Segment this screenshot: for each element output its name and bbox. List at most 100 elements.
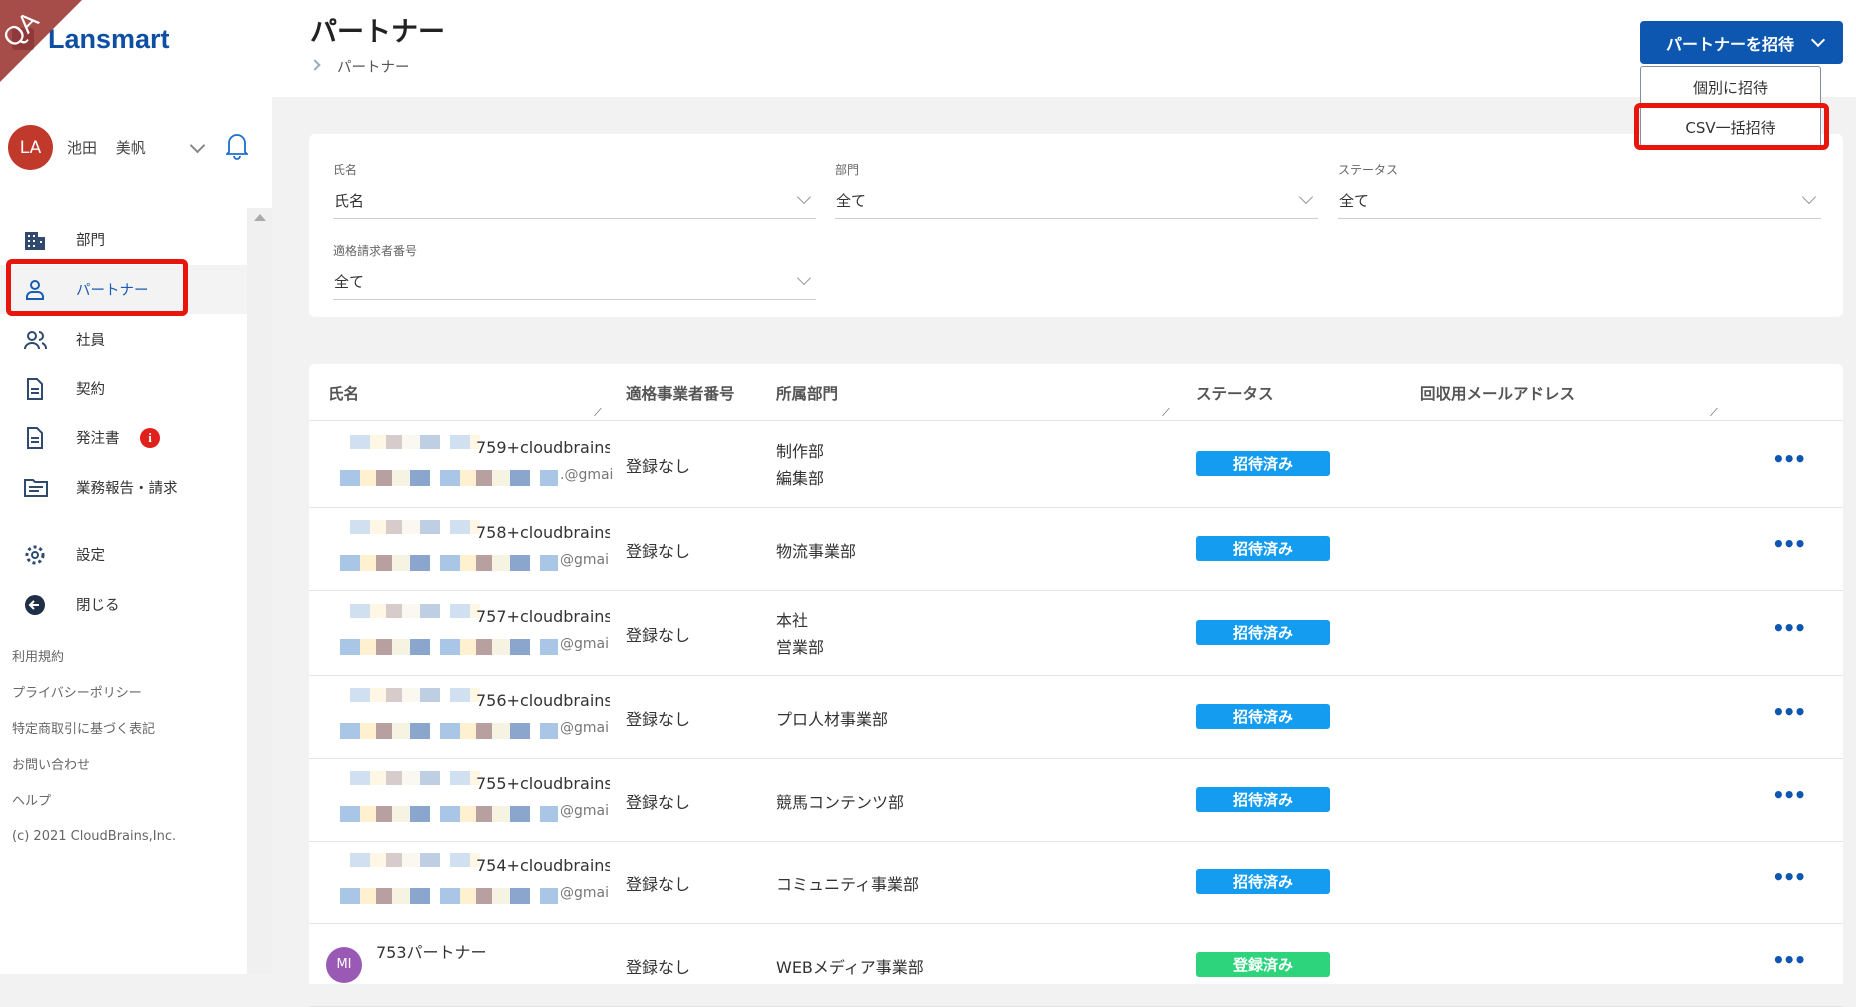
status-badge: 招待済み xyxy=(1196,703,1330,729)
department: 競馬コンテンツ部 xyxy=(776,792,905,812)
filter-underline xyxy=(1338,218,1821,219)
footer-link-2[interactable]: 特定商取引に基づく表記 xyxy=(12,718,155,737)
invoice-number: 登録なし xyxy=(626,625,691,645)
filter-underline xyxy=(835,218,1318,219)
building-icon xyxy=(24,229,46,251)
page-header xyxy=(272,0,1856,97)
footer-link-1[interactable]: プライバシーポリシー xyxy=(12,682,142,701)
sidebar-item-label: 閉じる xyxy=(76,598,120,614)
page-title: パートナー xyxy=(310,17,445,48)
scroll-up-icon[interactable] xyxy=(254,214,266,221)
sidebar-scrollbar[interactable] xyxy=(247,208,272,974)
blurred-name xyxy=(350,853,480,867)
column-resize-handle-icon[interactable]: ⟋ xyxy=(1162,406,1174,419)
filter-card xyxy=(309,134,1843,317)
department: 制作部 xyxy=(776,441,825,461)
partner-email: 755+cloudbrains@ xyxy=(476,773,610,793)
document-icon xyxy=(24,377,46,400)
user-menu-chevron-icon[interactable] xyxy=(189,137,206,154)
filter-value[interactable]: 氏名 xyxy=(334,190,364,211)
filter-label: 氏名 xyxy=(333,163,358,177)
column-header[interactable]: 所属部門 xyxy=(776,382,838,404)
user-name[interactable]: 池田 美帆 xyxy=(67,137,146,158)
column-resize-handle-icon[interactable]: ⟋ xyxy=(1710,406,1722,419)
sidebar-item-5[interactable]: 業務報告・請求 xyxy=(0,463,247,512)
sidebar-item-label: 業務報告・請求 xyxy=(76,481,178,497)
more-actions-icon[interactable]: ••• xyxy=(1772,783,1806,807)
blurred-name xyxy=(350,519,480,534)
more-actions-icon[interactable]: ••• xyxy=(1772,865,1806,889)
more-actions-icon[interactable]: ••• xyxy=(1772,532,1806,556)
department: 編集部 xyxy=(776,468,825,488)
sidebar-item-label: 発注書 xyxy=(76,431,120,447)
sidebar-item-7[interactable]: 閉じる xyxy=(0,580,247,629)
column-header[interactable]: 適格事業者番号 xyxy=(626,382,735,404)
invoice-number: 登録なし xyxy=(626,709,691,729)
more-actions-icon[interactable]: ••• xyxy=(1772,447,1806,471)
more-actions-icon[interactable]: ••• xyxy=(1772,948,1806,972)
footer-link-3[interactable]: お問い合わせ xyxy=(12,754,90,773)
sidebar-item-2[interactable]: 社員 xyxy=(0,315,247,364)
column-header[interactable]: 氏名 xyxy=(328,382,359,404)
alert-badge-icon: i xyxy=(140,427,160,448)
menu-item-individual-invite[interactable]: 個別に招待 xyxy=(1641,67,1820,107)
invoice-number: 登録なし xyxy=(626,875,691,894)
divider xyxy=(309,507,1843,508)
blurred-name xyxy=(350,770,480,785)
chevron-down-icon xyxy=(1810,32,1826,48)
column-resize-handle-icon[interactable]: ⟋ xyxy=(594,406,606,419)
filter-value[interactable]: 全て xyxy=(334,271,364,292)
sidebar-item-6[interactable]: 設定 xyxy=(0,530,247,579)
arrow-left-circle-icon xyxy=(24,594,46,616)
sidebar-item-label: 社員 xyxy=(76,333,105,349)
footer-link-5: (c) 2021 CloudBrains,Inc. xyxy=(12,829,177,844)
sidebar: Lansmart QA LA 池田 美帆 部門 パートナー 社員 契約 発注書 … xyxy=(0,0,272,974)
status-badge: 招待済み xyxy=(1196,619,1330,645)
more-actions-icon[interactable]: ••• xyxy=(1772,700,1806,724)
divider xyxy=(309,590,1843,591)
breadcrumb[interactable]: パートナー xyxy=(337,56,410,77)
column-header[interactable]: ステータス xyxy=(1196,382,1274,404)
department: 物流事業部 xyxy=(776,541,857,561)
invoice-number: 登録なし xyxy=(626,456,691,476)
sidebar-item-0[interactable]: 部門 xyxy=(0,215,247,264)
divider xyxy=(309,420,1843,421)
gear-icon xyxy=(24,544,46,566)
invite-partner-button[interactable]: パートナーを招待 xyxy=(1640,21,1843,64)
partner-avatar: MI xyxy=(326,946,362,983)
partner-name[interactable]: 753パートナー xyxy=(376,939,487,963)
blurred-name xyxy=(350,434,480,449)
divider xyxy=(309,758,1843,759)
filter-value[interactable]: 全て xyxy=(836,190,866,211)
filter-label: 部門 xyxy=(835,163,860,177)
more-actions-icon[interactable]: ••• xyxy=(1772,616,1806,640)
sidebar-item-label: 契約 xyxy=(76,382,105,398)
invoice-number: 登録なし xyxy=(626,541,691,561)
highlight-partner-nav xyxy=(6,259,188,316)
sidebar-item-4[interactable]: 発注書 i xyxy=(0,413,247,462)
folder-icon xyxy=(24,477,48,499)
bell-icon[interactable] xyxy=(226,132,248,160)
partner-email: 754+cloudbrains@ xyxy=(476,856,610,875)
user-avatar[interactable]: LA xyxy=(8,125,53,170)
department: プロ人材事業部 xyxy=(776,709,889,729)
status-badge: 招待済み xyxy=(1196,786,1330,812)
partner-email-domain: @gmai xyxy=(560,719,609,736)
filter-value[interactable]: 全て xyxy=(1339,190,1369,211)
footer-link-4[interactable]: ヘルプ xyxy=(12,790,51,809)
blurred-name xyxy=(350,687,480,702)
column-header[interactable]: 回収用メールアドレス xyxy=(1420,382,1575,404)
sidebar-item-label: 部門 xyxy=(76,233,105,249)
footer-link-0[interactable]: 利用規約 xyxy=(12,646,64,665)
filter-label: 適格請求者番号 xyxy=(333,244,418,258)
sidebar-item-3[interactable]: 契約 xyxy=(0,364,247,413)
department: 本社 xyxy=(776,610,809,630)
status-badge: 招待済み xyxy=(1196,450,1330,476)
people-icon xyxy=(24,329,47,351)
status-badge: 招待済み xyxy=(1196,869,1330,894)
blurred-email xyxy=(340,888,558,904)
department: 営業部 xyxy=(776,637,825,657)
partner-email: 757+cloudbrains@ xyxy=(476,606,610,626)
partner-email-domain: @gmai xyxy=(560,802,609,819)
department: コミュニティ事業部 xyxy=(776,875,920,894)
